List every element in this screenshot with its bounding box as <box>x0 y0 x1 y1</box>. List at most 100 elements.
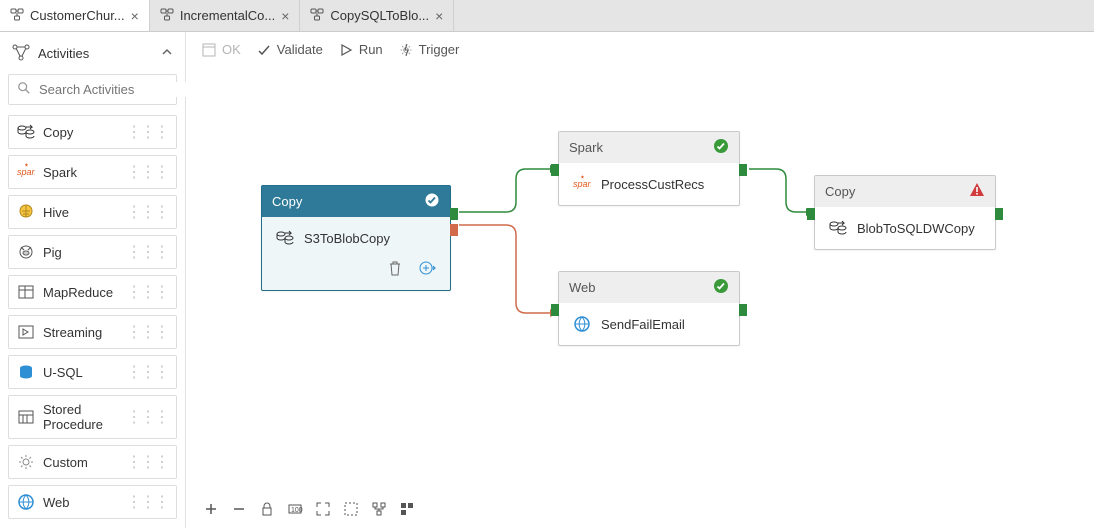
node-name: SendFailEmail <box>601 317 685 332</box>
activity-label: Copy <box>43 125 73 140</box>
port-failure[interactable] <box>450 224 458 236</box>
node-blobtosqldwcopy[interactable]: Copy BlobToSQLDWCopy <box>814 175 996 250</box>
activity-label: Web <box>43 495 70 510</box>
grip-icon: ⋮⋮⋮ <box>126 122 168 142</box>
tab-label: CopySQLToBlo... <box>330 8 429 23</box>
success-icon <box>424 192 440 211</box>
pipeline-icon <box>310 7 324 24</box>
activities-title: Activities <box>38 46 89 61</box>
success-icon <box>713 138 729 157</box>
storedproc-icon <box>17 408 35 426</box>
node-processcustrecs[interactable]: Spark ProcessCustRecs <box>558 131 740 206</box>
activity-spark[interactable]: Spark ⋮⋮⋮ <box>8 155 177 189</box>
trigger-label: Trigger <box>419 42 460 57</box>
activity-label: Stored Procedure <box>43 402 118 432</box>
validate-label: Validate <box>277 42 323 57</box>
port-in[interactable] <box>807 208 815 220</box>
copy-icon <box>829 219 847 237</box>
tab-copysqltoblob[interactable]: CopySQLToBlo... × <box>300 0 454 31</box>
close-icon[interactable]: × <box>435 8 443 24</box>
grip-icon: ⋮⋮⋮ <box>126 322 168 342</box>
pipeline-icon <box>10 7 24 24</box>
activity-label: Streaming <box>43 325 102 340</box>
grip-icon: ⋮⋮⋮ <box>126 492 168 512</box>
zoom-selection-button[interactable] <box>342 500 360 518</box>
pipeline-toolbar: OK Validate Run Trigger <box>186 32 1094 67</box>
autolayout-button[interactable] <box>370 500 388 518</box>
run-button[interactable]: Run <box>339 42 383 57</box>
node-type: Web <box>569 280 596 295</box>
activity-custom[interactable]: Custom⋮⋮⋮ <box>8 445 177 479</box>
activity-mapreduce[interactable]: MapReduce ⋮⋮⋮ <box>8 275 177 309</box>
ok-label: OK <box>222 42 241 57</box>
sidebar: Activities Copy ⋮⋮⋮ Spark ⋮⋮⋮ Hive ⋮⋮⋮ Pig⋮… <box>0 32 186 528</box>
trigger-button[interactable]: Trigger <box>399 42 460 57</box>
zoom-fit-button[interactable] <box>314 500 332 518</box>
validate-button[interactable]: Validate <box>257 42 323 57</box>
activities-header[interactable]: Activities <box>8 38 177 68</box>
warning-icon <box>969 182 985 201</box>
port-success[interactable] <box>739 164 747 176</box>
pipeline-canvas[interactable]: Copy S3ToBlobCopy Spark ProcessCustRecs <box>186 67 1094 528</box>
tab-incrementalcopy[interactable]: IncrementalCo... × <box>150 0 301 31</box>
activity-label: MapReduce <box>43 285 113 300</box>
node-name: S3ToBlobCopy <box>304 231 390 246</box>
zoom-out-button[interactable] <box>230 500 248 518</box>
usql-icon <box>17 363 35 381</box>
node-name: ProcessCustRecs <box>601 177 704 192</box>
node-sendfailemail[interactable]: Web SendFailEmail <box>558 271 740 346</box>
run-label: Run <box>359 42 383 57</box>
tab-bar: CustomerChur... × IncrementalCo... × Cop… <box>0 0 1094 32</box>
activity-label: Hive <box>43 205 69 220</box>
tab-customerchurn[interactable]: CustomerChur... × <box>0 0 150 31</box>
ok-button: OK <box>202 42 241 57</box>
port-in[interactable] <box>551 304 559 316</box>
node-type: Copy <box>825 184 855 199</box>
success-icon <box>713 278 729 297</box>
activities-icon <box>12 44 30 62</box>
close-icon[interactable]: × <box>281 8 289 24</box>
activity-storedproc[interactable]: Stored Procedure ⋮⋮⋮ <box>8 395 177 439</box>
port-success[interactable] <box>450 208 458 220</box>
lock-button[interactable] <box>258 500 276 518</box>
hive-icon <box>17 203 35 221</box>
search-icon <box>17 81 31 98</box>
port-in[interactable] <box>551 164 559 176</box>
pig-icon <box>17 243 35 261</box>
close-icon[interactable]: × <box>131 8 139 24</box>
zoom-in-button[interactable] <box>202 500 220 518</box>
activity-streaming[interactable]: Streaming ⋮⋮⋮ <box>8 315 177 349</box>
activity-hive[interactable]: Hive ⋮⋮⋮ <box>8 195 177 229</box>
spark-icon <box>17 163 35 181</box>
grip-icon: ⋮⋮⋮ <box>126 162 168 182</box>
chevron-up-icon[interactable] <box>161 46 173 61</box>
grip-icon: ⋮⋮⋮ <box>126 202 168 222</box>
activity-label: U-SQL <box>43 365 83 380</box>
copy-icon <box>276 229 294 247</box>
grip-icon: ⋮⋮⋮ <box>126 282 168 302</box>
web-icon <box>17 493 35 511</box>
port-success[interactable] <box>739 304 747 316</box>
delete-icon[interactable] <box>386 259 404 280</box>
grip-icon: ⋮⋮⋮ <box>126 407 168 427</box>
snapshot-button[interactable] <box>398 500 416 518</box>
activity-pig[interactable]: Pig⋮⋮⋮ <box>8 235 177 269</box>
svg-text:100: 100 <box>291 507 303 514</box>
pipeline-icon <box>160 7 174 24</box>
zoom-100-button[interactable]: 100 <box>286 500 304 518</box>
add-next-icon[interactable] <box>418 259 436 280</box>
node-name: BlobToSQLDWCopy <box>857 221 975 236</box>
streaming-icon <box>17 323 35 341</box>
search-activities[interactable] <box>8 74 177 105</box>
activity-label: Custom <box>43 455 88 470</box>
activity-usql[interactable]: U-SQL⋮⋮⋮ <box>8 355 177 389</box>
activity-label: Spark <box>43 165 77 180</box>
tab-label: IncrementalCo... <box>180 8 275 23</box>
grip-icon: ⋮⋮⋮ <box>126 242 168 262</box>
node-s3toblobcopy[interactable]: Copy S3ToBlobCopy <box>261 185 451 291</box>
activity-copy[interactable]: Copy ⋮⋮⋮ <box>8 115 177 149</box>
copy-icon <box>17 123 35 141</box>
port-success[interactable] <box>995 208 1003 220</box>
activity-web[interactable]: Web ⋮⋮⋮ <box>8 485 177 519</box>
mapreduce-icon <box>17 283 35 301</box>
